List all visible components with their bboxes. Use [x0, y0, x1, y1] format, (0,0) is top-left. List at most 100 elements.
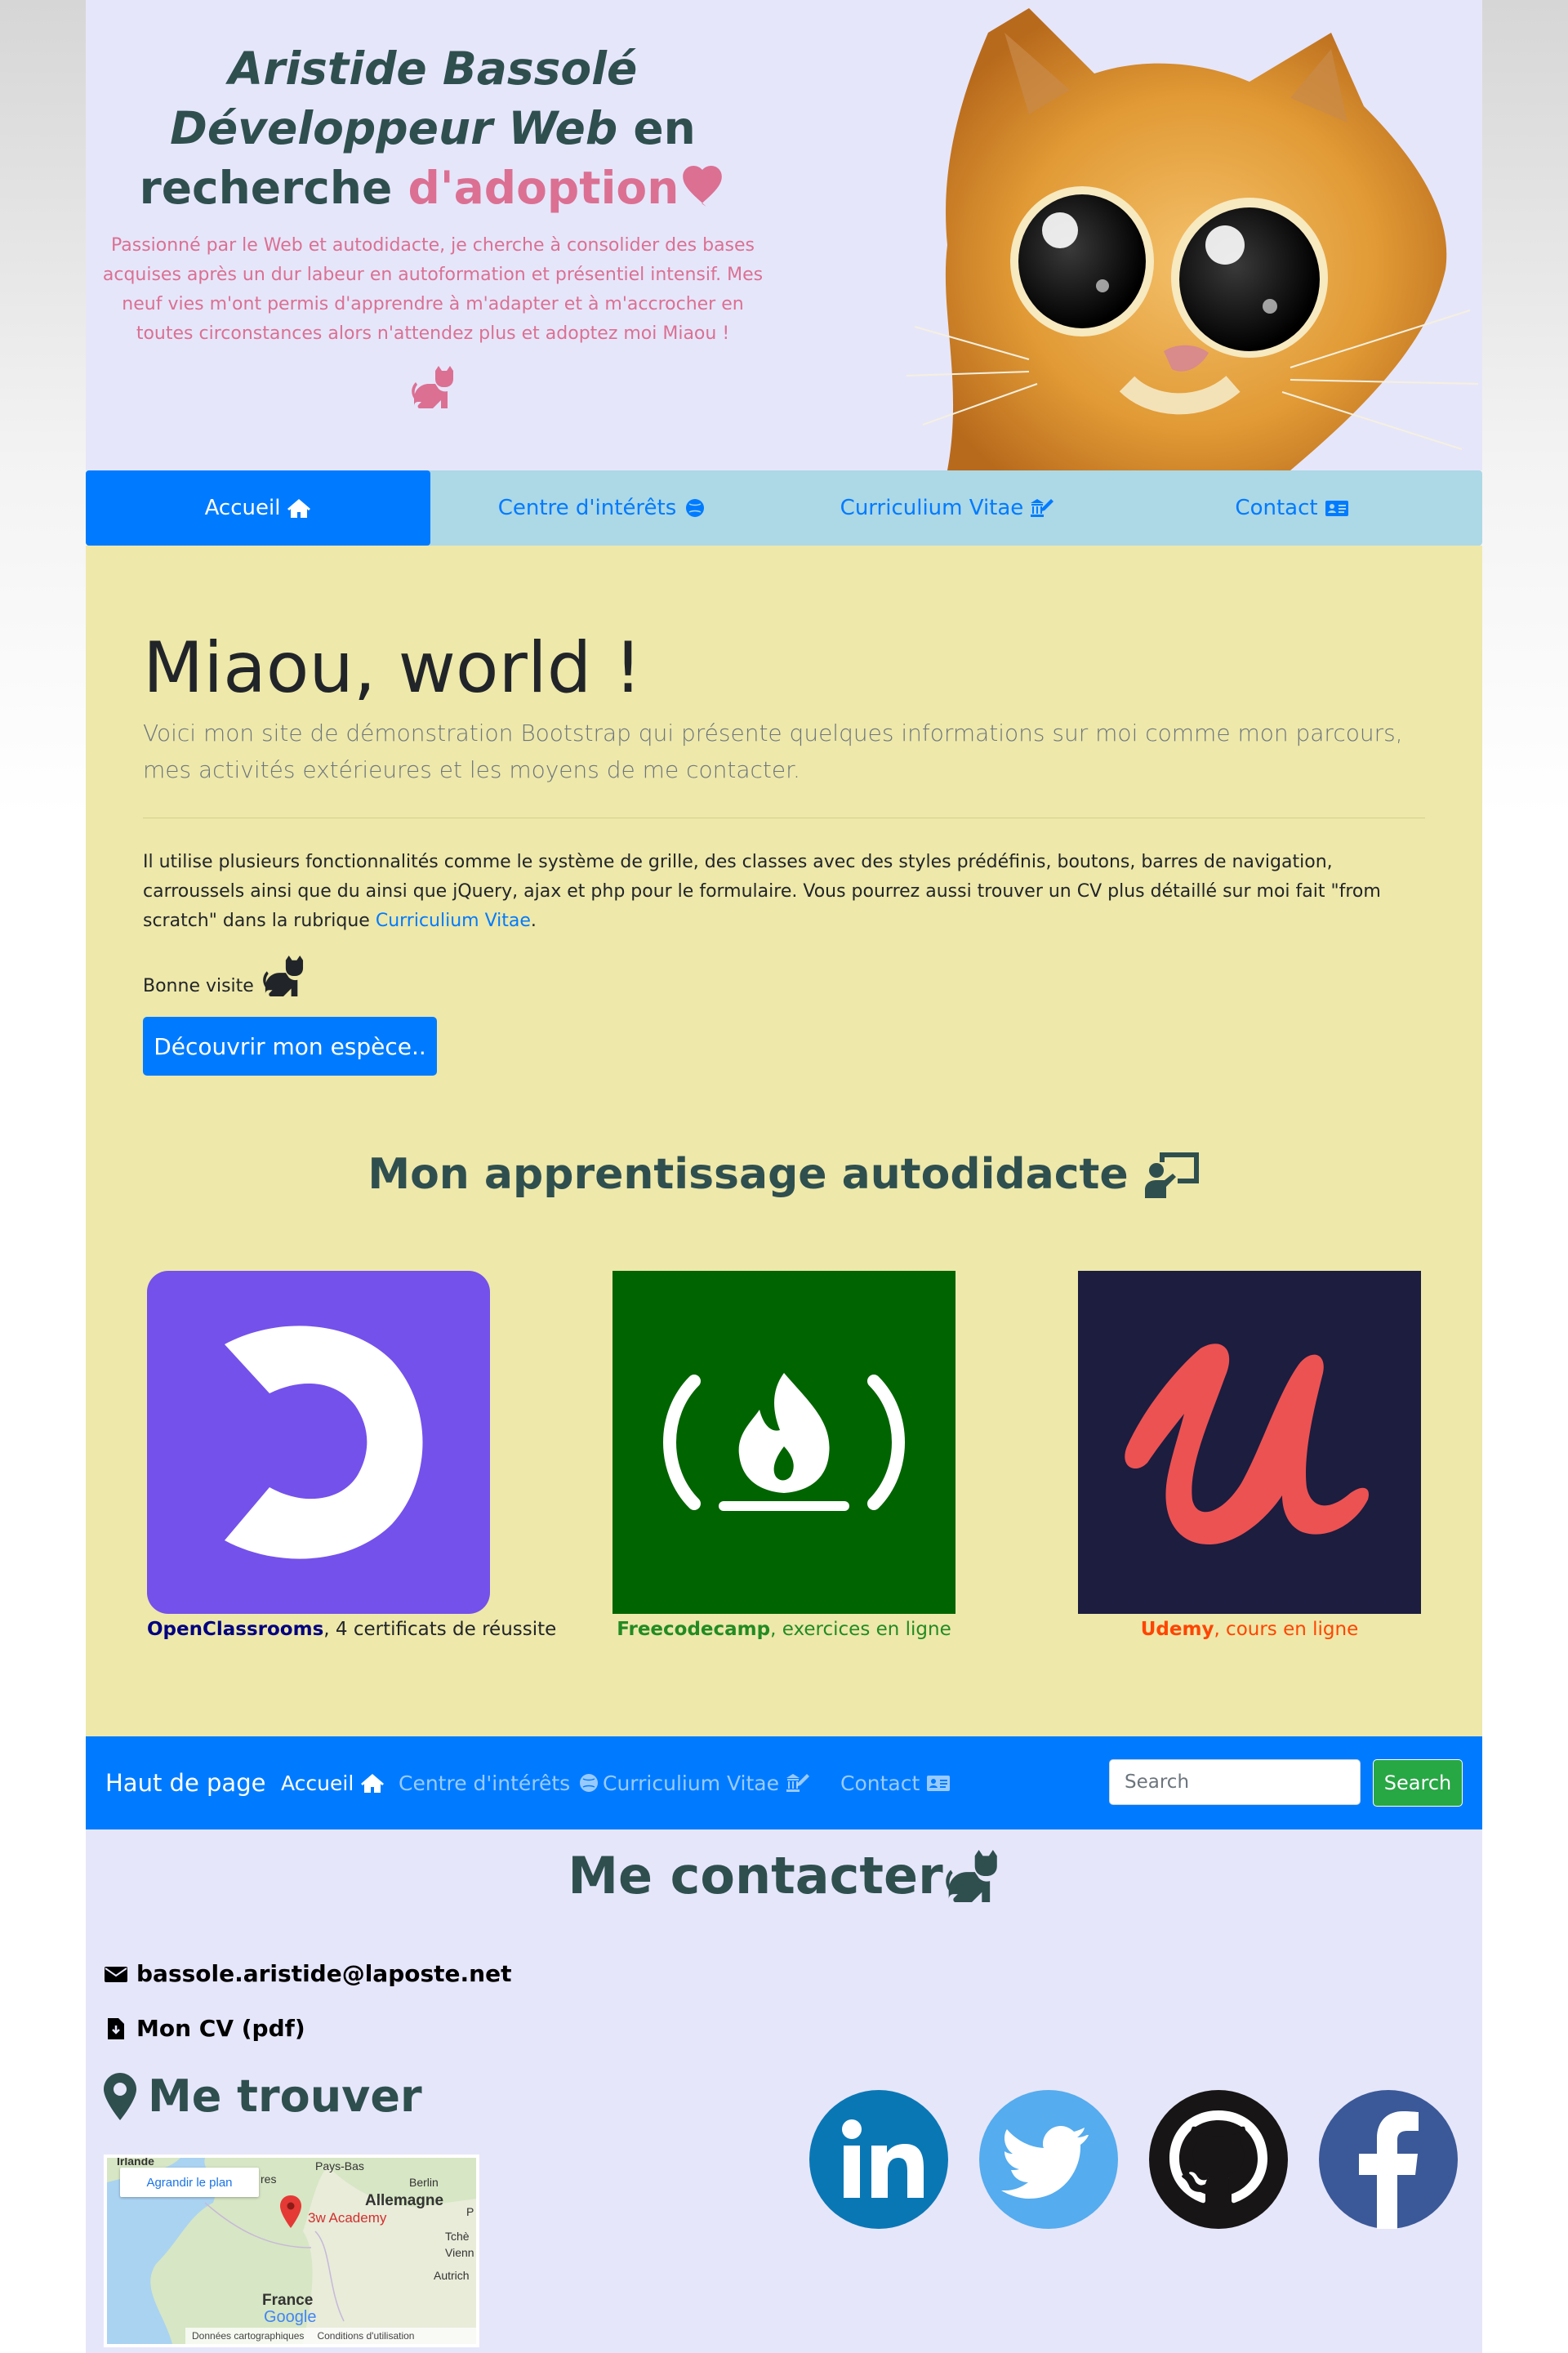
- hero-role: Développeur Web: [170, 102, 618, 154]
- map-label: Berlin: [409, 2176, 439, 2189]
- card-udemy: Udemy, cours en ligne: [1078, 1271, 1421, 1640]
- search-input[interactable]: [1109, 1759, 1361, 1805]
- google-logo: Google: [264, 2308, 317, 2326]
- card-caption: Udemy, cours en ligne: [1078, 1619, 1421, 1640]
- find-title: Me trouver: [104, 2070, 422, 2122]
- bottom-navbar: Haut de page Accueil Centre d'intérêts C…: [86, 1736, 1482, 1829]
- cat-icon: [412, 366, 453, 408]
- tab-label: Contact: [1235, 496, 1318, 520]
- google-map[interactable]: Agrandir le plan Irlande Pays-Bas Berlin…: [104, 2155, 479, 2347]
- section-title-text: Mon apprentissage autodidacte: [368, 1150, 1129, 1199]
- twitter-icon[interactable]: [979, 2090, 1118, 2229]
- udemy-logo[interactable]: [1078, 1271, 1421, 1614]
- email-link[interactable]: bassole.aristide@laposte.net: [104, 1960, 511, 1987]
- map-enlarge-button[interactable]: Agrandir le plan: [120, 2168, 259, 2197]
- id-card-icon: [1325, 501, 1348, 516]
- card-caption: OpenClassrooms, 4 certificats de réussit…: [147, 1619, 556, 1640]
- hero-title: Aristide Bassolé Développeur Web en rech…: [86, 39, 780, 218]
- tab-bar: Accueil Centre d'intérêts Curriculium Vi…: [86, 470, 1482, 546]
- hero-name: Aristide Bassolé: [228, 42, 638, 95]
- cat-icon: [263, 956, 303, 996]
- chalkboard-teacher-icon: [1144, 1152, 1199, 1198]
- freecodecamp-logo[interactable]: [612, 1271, 956, 1614]
- nav-contact[interactable]: Contact: [840, 1736, 951, 1829]
- tab-label: Curriculium Vitae: [840, 496, 1024, 520]
- header: Aristide Bassolé Développeur Web en rech…: [86, 0, 1482, 470]
- nav-label: Centre d'intérêts: [399, 1771, 571, 1795]
- main-jumbotron: Miaou, world ! Voici mon site de démonst…: [86, 546, 1482, 1736]
- map-label: Irlande: [117, 2155, 154, 2168]
- map-footer-terms[interactable]: Conditions d'utilisation: [317, 2330, 414, 2342]
- landmark-pen-icon: [1031, 499, 1054, 517]
- card-desc: , cours en ligne: [1214, 1619, 1359, 1640]
- map-label: Allemagne: [365, 2192, 444, 2209]
- ball-icon: [686, 499, 705, 517]
- facebook-icon[interactable]: [1319, 2090, 1458, 2229]
- hero-role-suffix: en: [617, 102, 696, 154]
- card-name: Udemy: [1140, 1619, 1214, 1640]
- tab-label: Accueil: [204, 496, 281, 520]
- map-marker-label: 3w Academy: [308, 2210, 387, 2226]
- map-footer: Données cartographiques Conditions d'uti…: [185, 2328, 476, 2344]
- id-card-icon: [927, 1776, 951, 1791]
- nav-label: Curriculium Vitae: [603, 1771, 779, 1795]
- udemy-icon: [1125, 1344, 1369, 1544]
- navbar-brand[interactable]: Haut de page: [105, 1736, 265, 1829]
- nav-centre-interets[interactable]: Centre d'intérêts: [399, 1736, 601, 1829]
- page-container: Aristide Bassolé Développeur Web en rech…: [86, 0, 1482, 2353]
- map-footer-data: Données cartographiques: [192, 2330, 305, 2342]
- tab-accueil[interactable]: Accueil: [86, 470, 430, 546]
- body-end: .: [530, 911, 537, 931]
- card-name: Freecodecamp: [617, 1619, 771, 1640]
- tab-centre-interets[interactable]: Centre d'intérêts: [430, 470, 775, 546]
- card-desc: , 4 certificats de réussite: [323, 1619, 557, 1640]
- cat-photo: [906, 8, 1479, 470]
- discover-button[interactable]: Découvrir mon espèce..: [143, 1017, 437, 1076]
- home-icon: [287, 499, 311, 518]
- heart-icon: [683, 166, 723, 207]
- nav-accueil[interactable]: Accueil: [281, 1736, 385, 1829]
- card-caption: Freecodecamp, exercices en ligne: [612, 1619, 956, 1640]
- openclassrooms-icon: [225, 1326, 423, 1559]
- tab-label: Centre d'intérêts: [497, 496, 677, 520]
- envelope-icon: [105, 1966, 127, 1982]
- cat-icon: [945, 1849, 997, 1902]
- nav-label: Contact: [840, 1771, 920, 1795]
- tab-curriculum[interactable]: Curriculium Vitae: [775, 470, 1120, 546]
- map-label: Tchè: [445, 2230, 470, 2243]
- card-openclassrooms: OpenClassrooms, 4 certificats de réussit…: [147, 1271, 556, 1640]
- page-title: Miaou, world !: [143, 627, 643, 709]
- github-icon[interactable]: [1149, 2090, 1288, 2229]
- openclassrooms-logo[interactable]: [147, 1271, 490, 1614]
- contact-section: Me contacter bassole.aristide@laposte.ne…: [86, 1829, 1482, 2353]
- file-download-icon: [108, 2017, 124, 2039]
- bonne-visite: Bonne visite: [143, 956, 305, 996]
- contact-title: Me contacter: [86, 1846, 1482, 1905]
- hero-description: Passionné par le Web et autodidacte, je …: [102, 235, 764, 344]
- linkedin-icon[interactable]: [809, 2090, 948, 2229]
- map-label: P: [466, 2205, 474, 2218]
- map-label: France: [262, 2292, 314, 2309]
- contact-title-text: Me contacter: [568, 1846, 943, 1905]
- find-title-text: Me trouver: [148, 2070, 422, 2122]
- card-name: OpenClassrooms: [147, 1619, 324, 1640]
- map-label: Autrich: [434, 2269, 470, 2282]
- ball-icon: [580, 1774, 599, 1792]
- card-freecodecamp: Freecodecamp, exercices en ligne: [612, 1271, 956, 1640]
- map-label: Vienn: [445, 2246, 474, 2259]
- section-title: Mon apprentissage autodidacte: [86, 1150, 1482, 1199]
- email-text: bassole.aristide@laposte.net: [136, 1960, 512, 1987]
- cv-text: Mon CV (pdf): [136, 2015, 305, 2042]
- tab-contact[interactable]: Contact: [1120, 470, 1464, 546]
- bonne-visite-text: Bonne visite: [143, 976, 254, 996]
- map-label: res: [261, 2173, 277, 2186]
- nav-curriculum[interactable]: Curriculium Vitae: [603, 1736, 810, 1829]
- hero-adoption: d'adoption: [408, 162, 679, 214]
- map-label: Pays-Bas: [315, 2159, 364, 2173]
- search-button[interactable]: Search: [1373, 1759, 1463, 1807]
- cv-pdf-link[interactable]: Mon CV (pdf): [104, 2015, 305, 2042]
- cv-link[interactable]: Curriculium Vitae: [376, 911, 531, 931]
- map-pin-icon: [280, 2195, 301, 2228]
- home-icon: [361, 1774, 385, 1793]
- body-text: Il utilise plusieurs fonctionnalités com…: [143, 848, 1433, 936]
